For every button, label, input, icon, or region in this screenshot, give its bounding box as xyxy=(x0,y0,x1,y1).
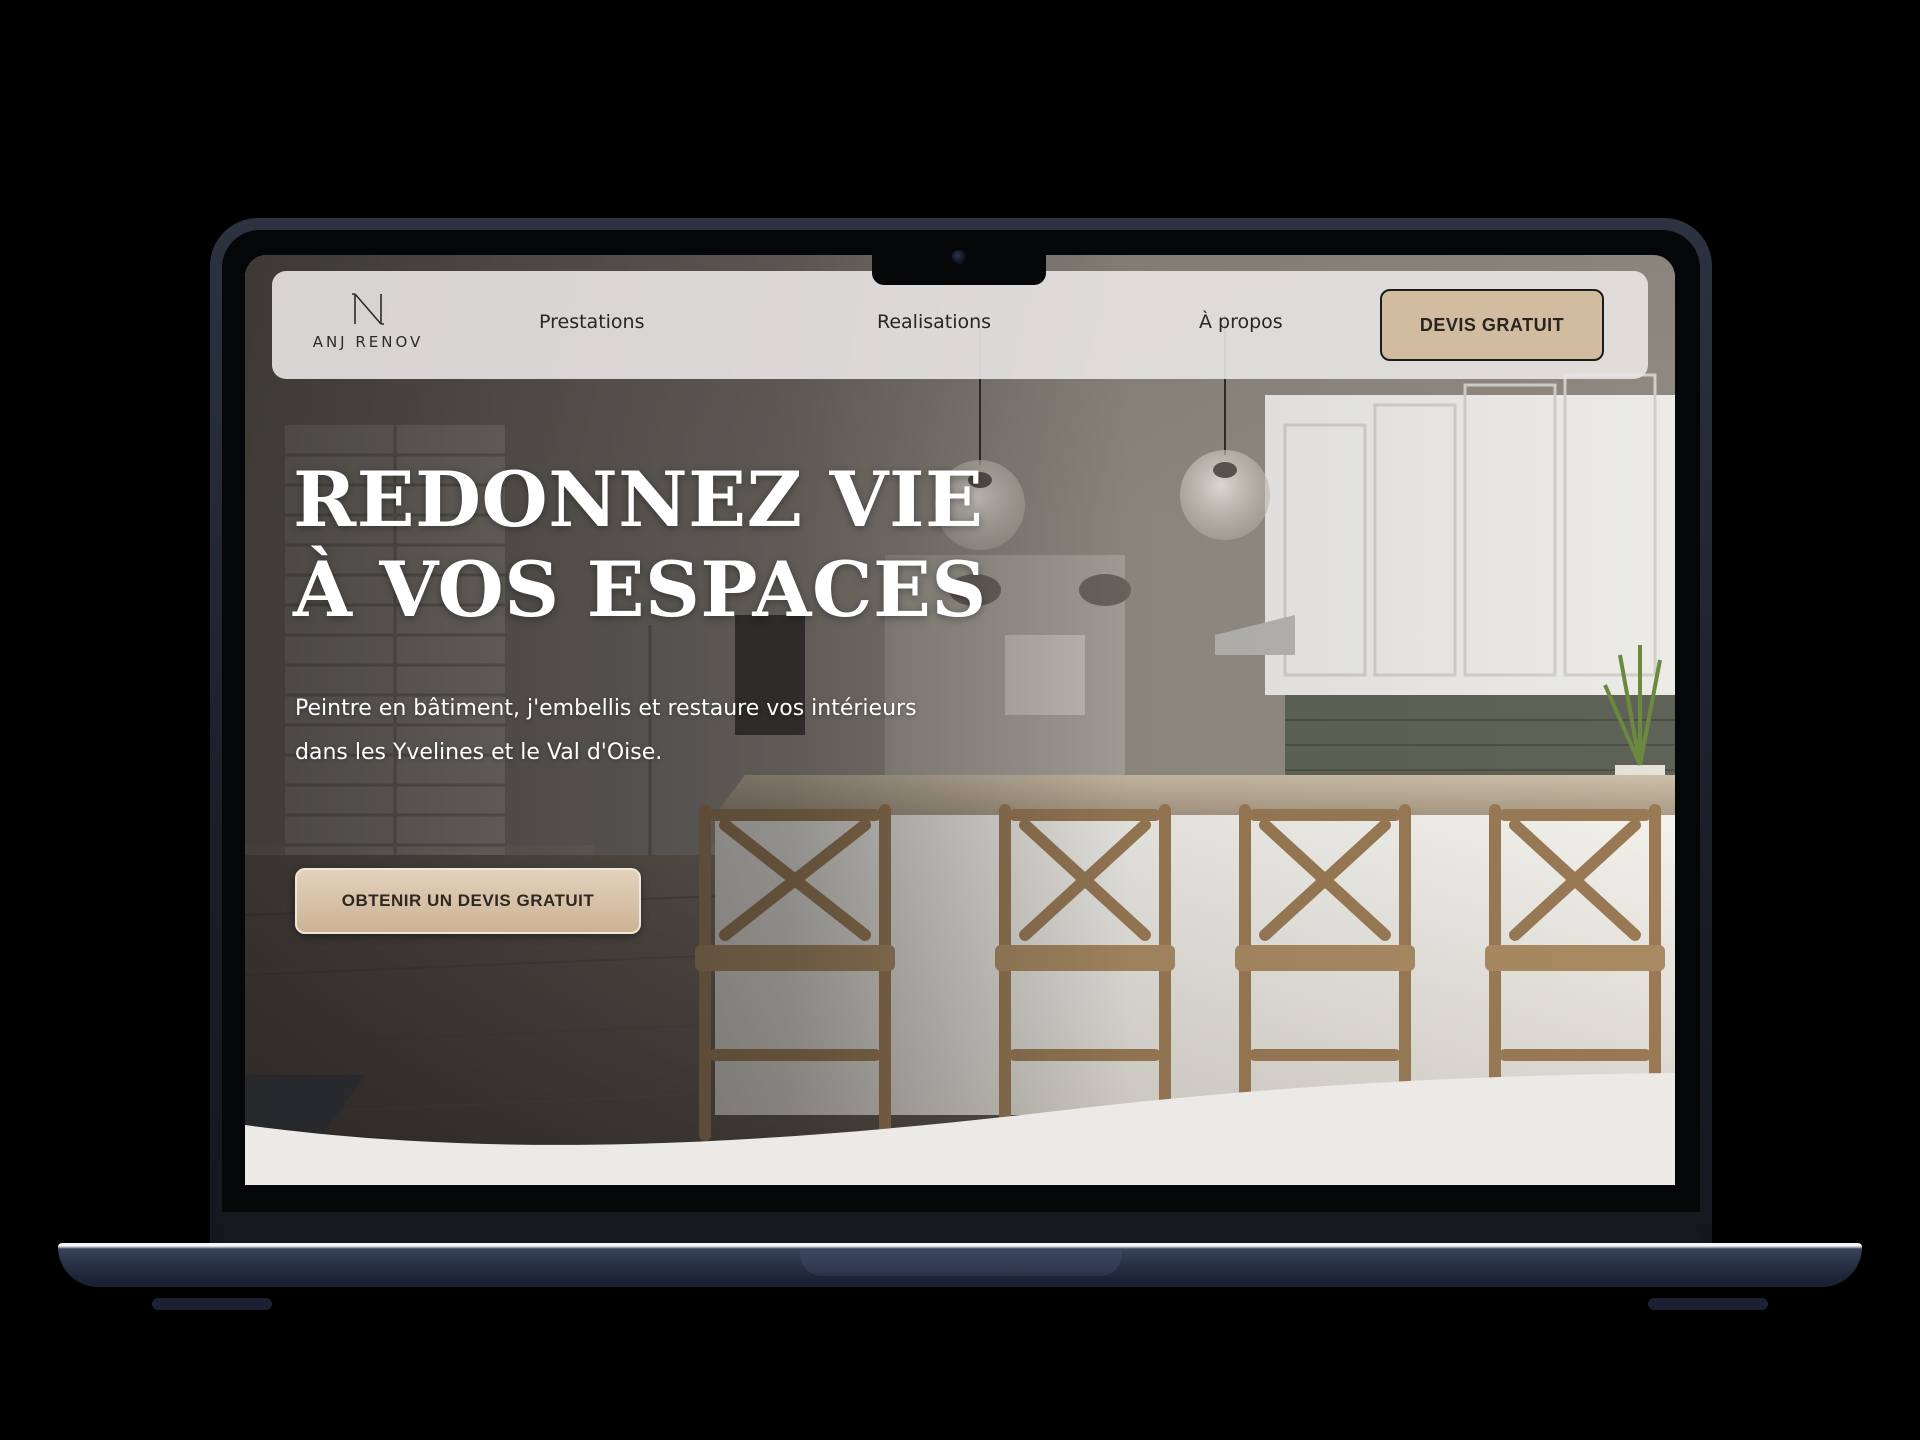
hero-title: REDONNEZ VIE À VOS ESPACES xyxy=(293,455,993,635)
hero-bottom-wave xyxy=(245,1073,1675,1185)
nav-link-a-propos[interactable]: À propos xyxy=(1199,311,1283,333)
website-screen: ANJ RENOV Prestations Realisations À pro… xyxy=(245,255,1675,1185)
laptop-foot-right xyxy=(1648,1298,1768,1310)
laptop-hinge-notch xyxy=(800,1250,1122,1276)
obtenir-devis-button[interactable]: OBTENIR UN DEVIS GRATUIT xyxy=(295,868,641,934)
hero-title-line-2: À VOS ESPACES xyxy=(293,545,987,634)
webcam-icon xyxy=(952,250,966,264)
brand-name: ANJ RENOV xyxy=(312,333,424,351)
devis-gratuit-button[interactable]: DEVIS GRATUIT xyxy=(1380,289,1604,361)
nav-link-prestations[interactable]: Prestations xyxy=(539,311,645,333)
brand-logo[interactable]: ANJ RENOV xyxy=(308,291,428,361)
hero-subtitle: Peintre en bâtiment, j'embellis et resta… xyxy=(295,696,917,765)
top-navbar: ANJ RENOV Prestations Realisations À pro… xyxy=(272,271,1648,379)
n-monogram-icon xyxy=(352,293,384,325)
laptop-foot-left xyxy=(152,1298,272,1310)
hero-title-line-1: REDONNEZ VIE xyxy=(293,455,984,544)
nav-link-realisations[interactable]: Realisations xyxy=(877,311,991,333)
